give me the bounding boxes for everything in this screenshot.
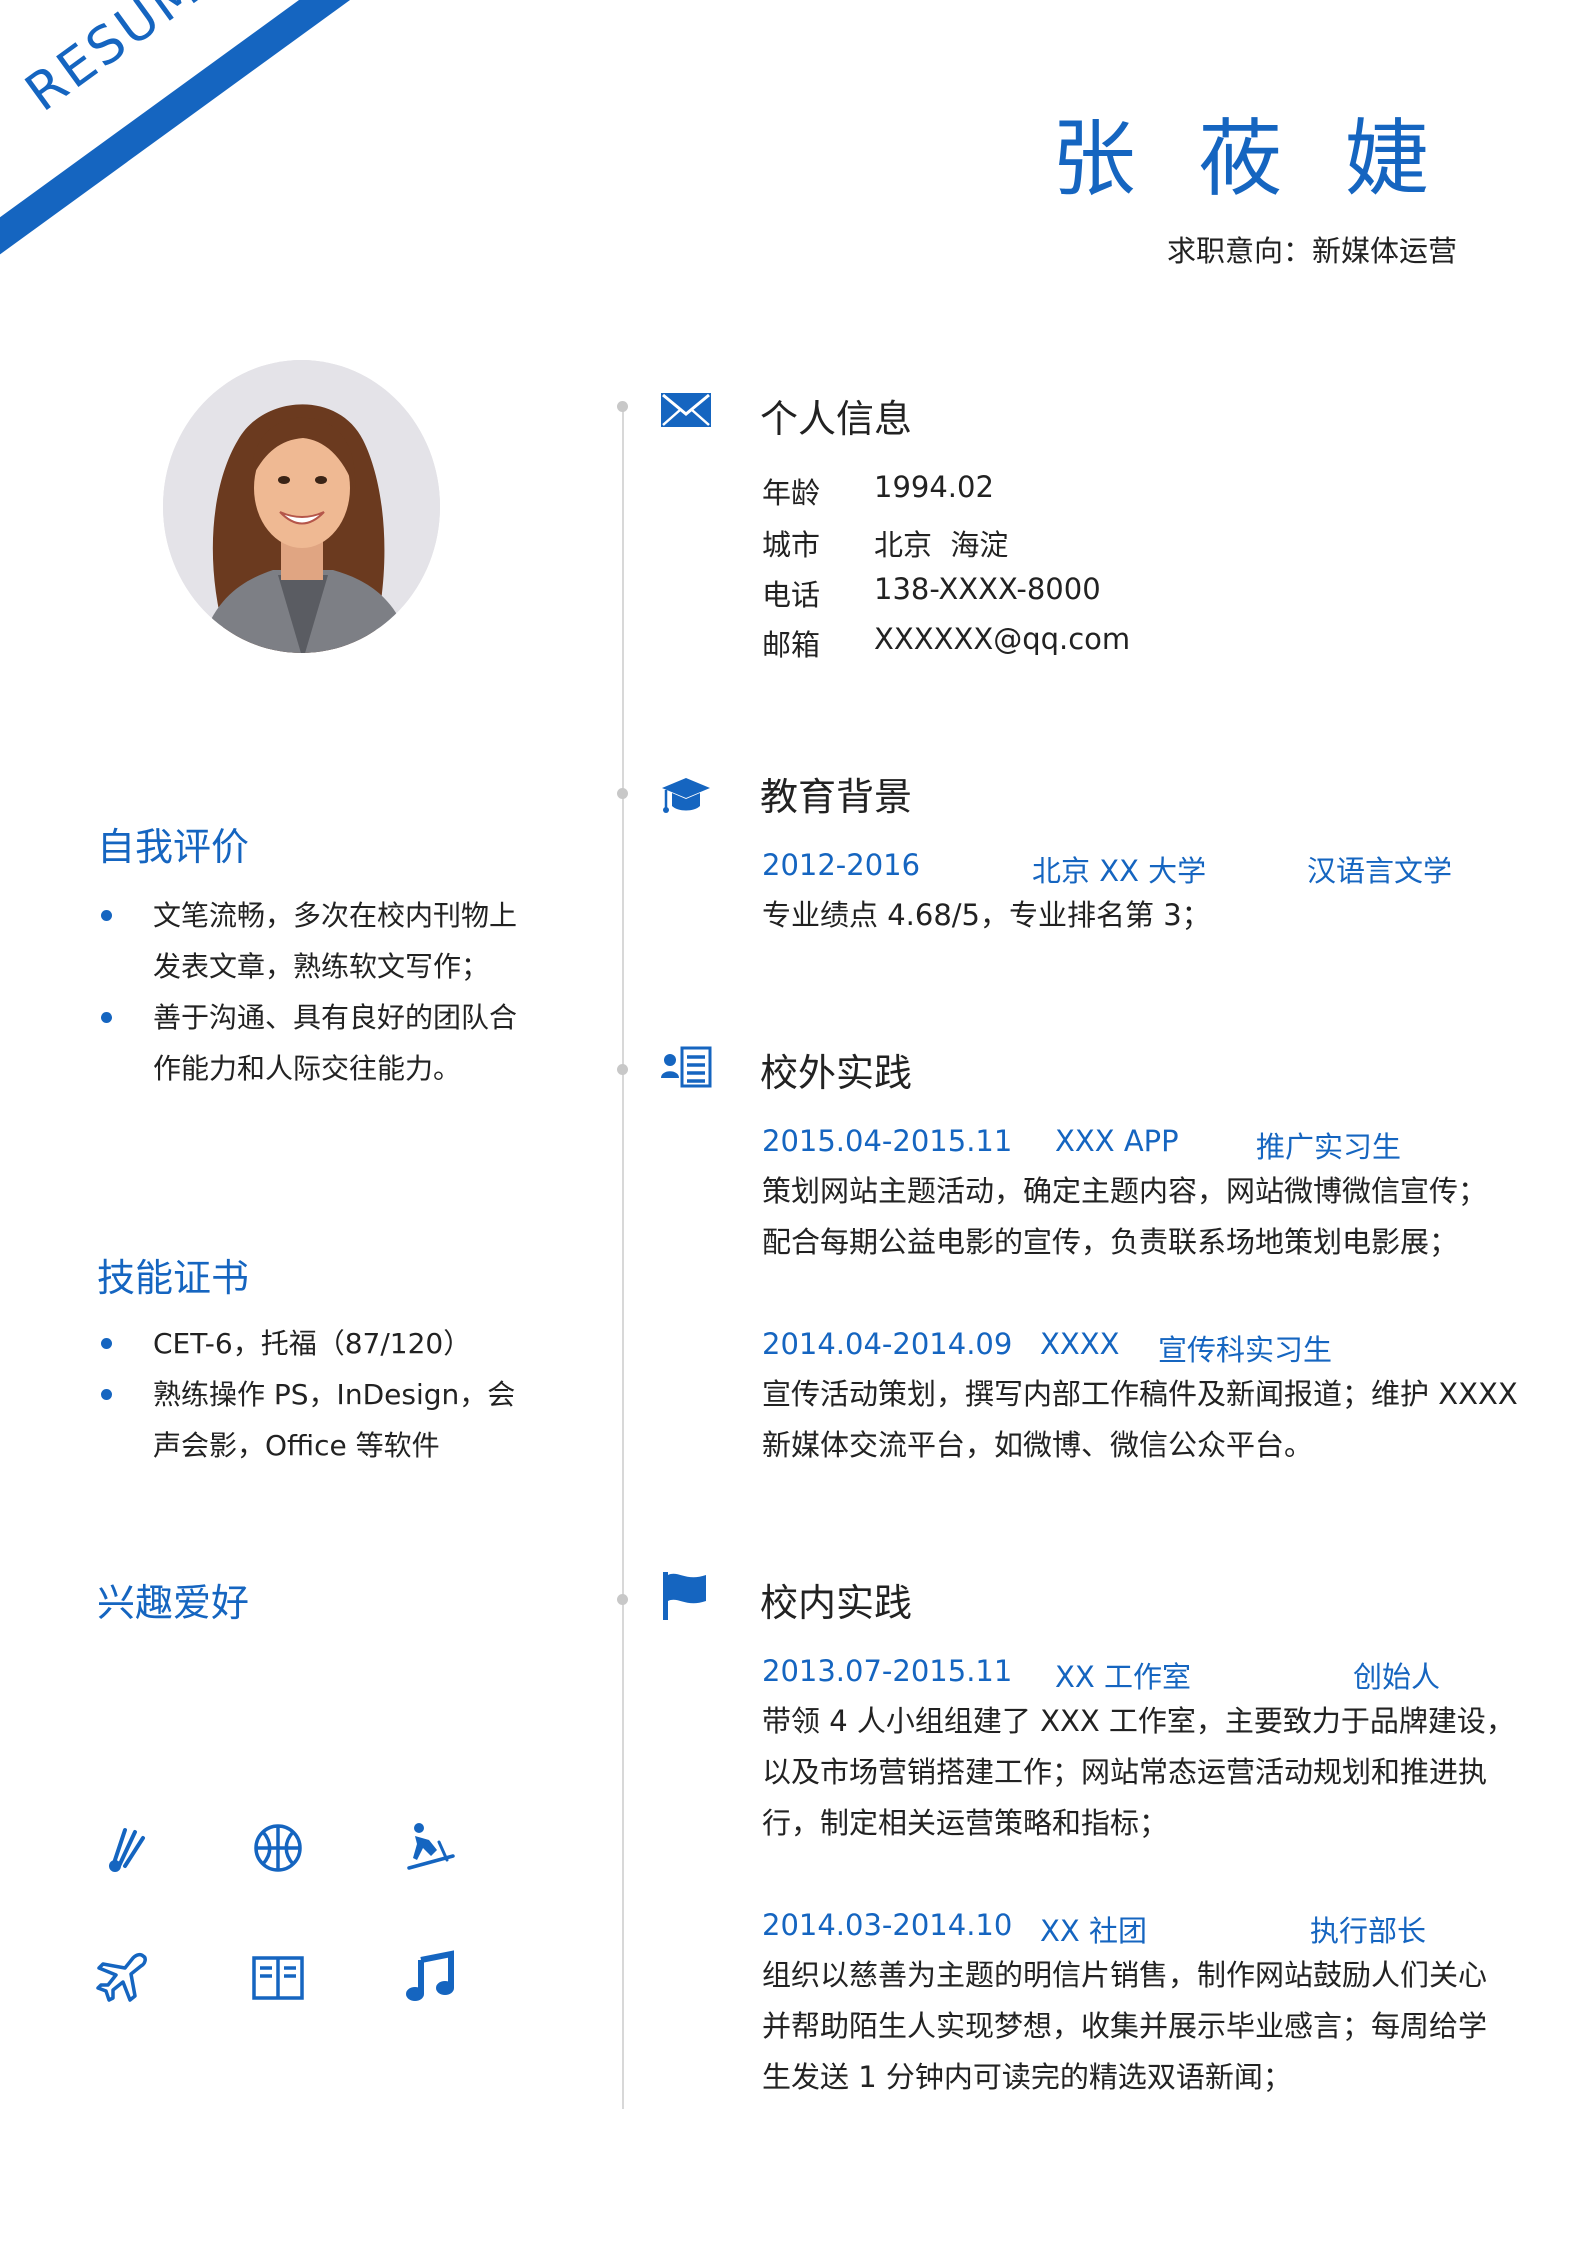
education-period: 2012-2016 (762, 848, 921, 882)
city-label: 城市 (762, 528, 821, 562)
entry-period: 2014.04-2014.09 (762, 1327, 1013, 1361)
timeline-dot (617, 401, 628, 412)
entry-description: 带领 4 人小组组建了 XXX 工作室，主要致力于品牌建设， 以及市场营销搭建工… (762, 1704, 1515, 1840)
flag-icon (663, 1572, 706, 1620)
timeline-dot (617, 1594, 628, 1605)
entry-description: 组织以慈善为主题的明信片销售，制作网站鼓励人们关心 并帮助陌生人实现梦想，收集并… (762, 1958, 1488, 2094)
entry-org: XX 社团 (1040, 1914, 1147, 1948)
badminton-icon (109, 1828, 145, 1872)
music-icon (406, 1950, 454, 2001)
basketball-icon (254, 1824, 302, 1872)
skills-list: CET-6，托福（87/120） 熟练操作 PS，InDesign，会 声会影，… (97, 1318, 537, 1471)
portrait-image (163, 360, 440, 653)
email-label: 邮箱 (762, 628, 821, 662)
list-item: CET-6，托福（87/120） (97, 1318, 537, 1369)
timeline-line (622, 404, 624, 2109)
self-eval-list: 文笔流畅，多次在校内刊物上 发表文章，熟练软文写作； 善于沟通、具有良好的团队合… (97, 890, 537, 1094)
entry-role: 推广实习生 (1256, 1130, 1402, 1164)
graduation-cap-icon (662, 778, 710, 813)
city-value: 北京 海淀 (874, 528, 1009, 562)
outside-title: 校外实践 (760, 1051, 913, 1095)
envelope-icon (661, 393, 711, 427)
airplane-icon (96, 1952, 147, 2002)
entry-period: 2014.03-2014.10 (762, 1908, 1013, 1942)
entry-period: 2013.07-2015.11 (762, 1654, 1013, 1688)
list-item: 文笔流畅，多次在校内刊物上 发表文章，熟练软文写作； (97, 890, 537, 992)
skiing-icon (407, 1823, 455, 1870)
entry-org: XXXX (1040, 1327, 1120, 1361)
education-school: 北京 XX 大学 (1032, 854, 1207, 888)
education-detail: 专业绩点 4.68/5，专业排名第 3； (762, 898, 1211, 932)
email-value: XXXXXX@qq.com (874, 622, 1131, 656)
entry-description: 宣传活动策划，撰写内部工作稿件及新闻报道；维护 XXXX 新媒体交流平台，如微博… (762, 1377, 1518, 1462)
book-icon (252, 1956, 304, 2000)
list-item: 熟练操作 PS，InDesign，会 声会影，Office 等软件 (97, 1369, 537, 1471)
job-intent: 求职意向：新媒体运营 (1166, 234, 1457, 268)
age-label: 年龄 (762, 476, 821, 510)
profile-photo (163, 360, 440, 653)
user-list-icon (661, 1046, 712, 1088)
age-value: 1994.02 (874, 470, 994, 504)
entry-period: 2015.04-2015.11 (762, 1124, 1013, 1158)
entry-description: 策划网站主题活动，确定主题内容，网站微博微信宣传； 配合每期公益电影的宣传，负责… (762, 1174, 1488, 1259)
list-item: 善于沟通、具有良好的团队合 作能力和人际交往能力。 (97, 992, 537, 1094)
ribbon-label: RESUME (15, 0, 242, 124)
personal-title: 个人信息 (760, 397, 913, 441)
hobbies-title: 兴趣爱好 (97, 1581, 250, 1625)
self-eval-title: 自我评价 (97, 825, 250, 869)
timeline-dot (617, 1064, 628, 1075)
phone-label: 电话 (762, 578, 821, 612)
timeline-dot (617, 788, 628, 799)
entry-role: 执行部长 (1310, 1914, 1427, 1948)
skills-title: 技能证书 (97, 1256, 250, 1300)
campus-title: 校内实践 (760, 1581, 913, 1625)
entry-org: XXX APP (1055, 1124, 1179, 1158)
entry-org: XX 工作室 (1055, 1660, 1191, 1694)
entry-role: 宣传科实习生 (1158, 1333, 1333, 1367)
candidate-name: 张 莜 婕 (1051, 110, 1447, 208)
education-title: 教育背景 (760, 775, 913, 819)
phone-value: 138-XXXX-8000 (874, 572, 1101, 606)
education-major: 汉语言文学 (1307, 854, 1453, 888)
entry-role: 创始人 (1353, 1660, 1441, 1694)
